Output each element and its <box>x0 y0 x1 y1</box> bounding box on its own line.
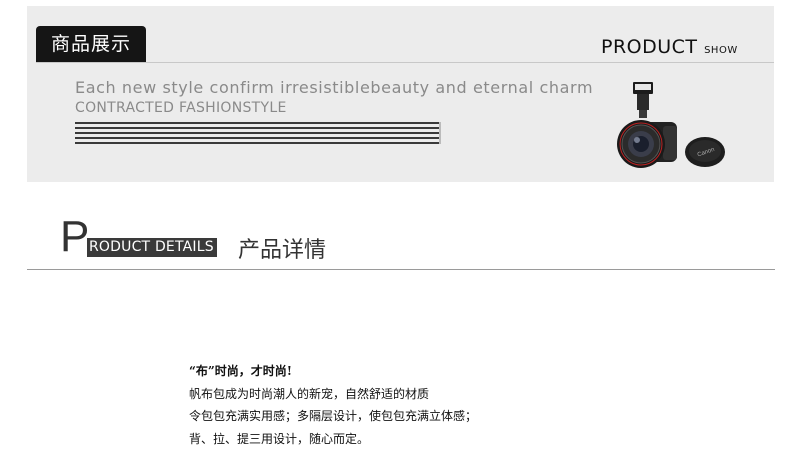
stripe-cap <box>439 122 441 144</box>
decorative-stripes <box>75 122 439 144</box>
section-tab-label: 商品展示 <box>36 26 146 62</box>
tagline-main: Each new style confirm irresistiblebeaut… <box>75 78 594 97</box>
tagline-sub: CONTRACTED FASHIONSTYLE <box>75 100 287 116</box>
description-line: 背、拉、提三用设计，随心而定。 <box>189 431 370 446</box>
product-description: “布”时尚，才时尚! 帆布包成为时尚潮人的新宠，自然舒适的材质 令包包充满实用感… <box>189 360 477 450</box>
product-show-heading: PRODUCT SHOW <box>601 36 738 58</box>
heading-chinese-title: 产品详情 <box>238 238 327 263</box>
heading-boxed-text: RODUCT DETAILS <box>87 238 217 257</box>
product-banner: 商品展示 PRODUCT SHOW Each new style confirm… <box>27 6 774 182</box>
heading-initial: P <box>60 212 90 261</box>
description-line: 令包包充满实用感；多隔层设计，使包包充满立体感； <box>189 409 478 423</box>
product-word: PRODUCT <box>601 36 698 58</box>
details-divider <box>27 269 775 270</box>
description-line: 帆布包成为时尚潮人的新宠，自然舒适的材质 <box>189 386 430 401</box>
header-divider <box>36 62 774 63</box>
camera-icon: Canon <box>617 82 725 168</box>
show-word: SHOW <box>704 45 738 56</box>
description-line: “布”时尚，才时尚! <box>189 364 293 378</box>
